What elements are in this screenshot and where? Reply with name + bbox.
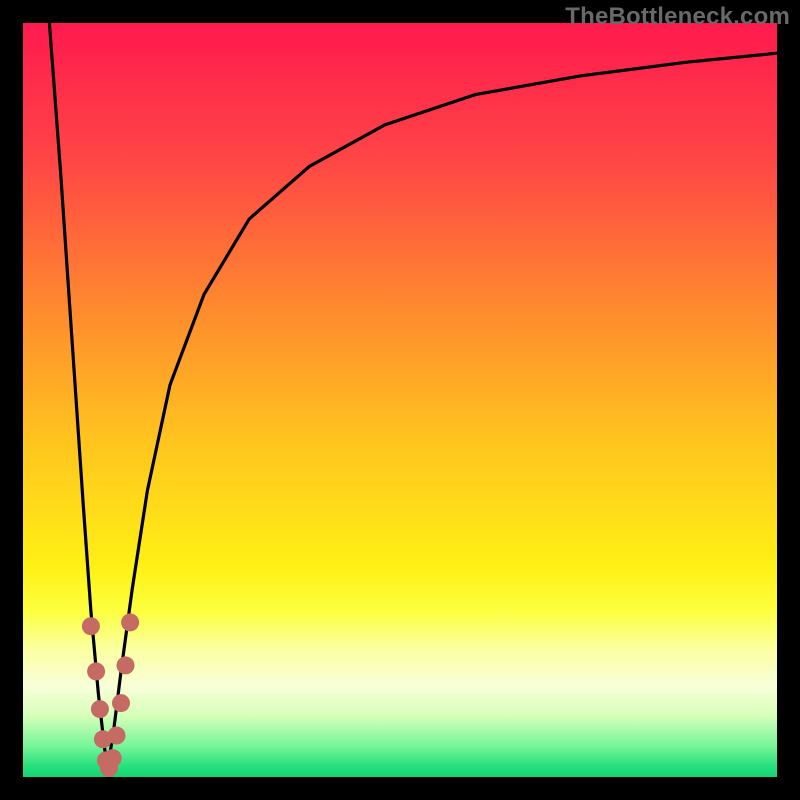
chart-frame: TheBottleneck.com [0, 0, 800, 800]
curve-layer [23, 23, 777, 777]
watermark-text: TheBottleneck.com [565, 3, 790, 31]
curve-right-branch [107, 53, 777, 769]
data-dot [91, 700, 109, 718]
curve-left-branch [49, 23, 107, 770]
data-dot [112, 694, 130, 712]
data-dot [87, 662, 105, 680]
data-dot [82, 617, 100, 635]
data-dot [117, 656, 135, 674]
plot-area [23, 23, 777, 777]
data-dots [82, 613, 139, 777]
data-dot [121, 613, 139, 631]
data-dot [108, 727, 126, 745]
data-dot [104, 749, 122, 767]
